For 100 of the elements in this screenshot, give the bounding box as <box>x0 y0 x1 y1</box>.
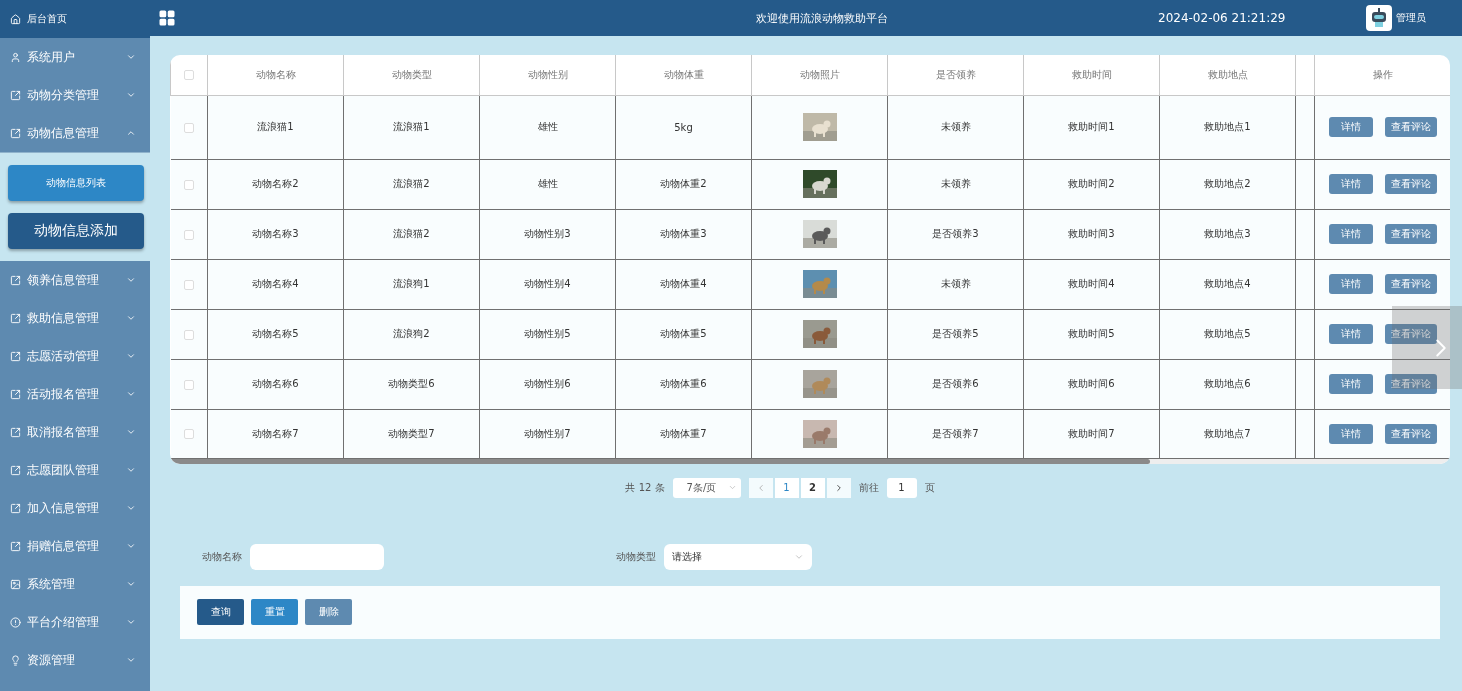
reset-button[interactable]: 重置 <box>251 599 298 625</box>
next-arrow-button[interactable] <box>1392 306 1462 389</box>
comments-button[interactable]: 查看评论 <box>1384 423 1437 444</box>
name-input-field[interactable] <box>250 543 384 570</box>
comments-button[interactable]: 查看评论 <box>1384 174 1437 194</box>
column-header: 救助时间 <box>1023 55 1160 95</box>
row-checkbox[interactable] <box>183 379 194 390</box>
chevron-down-icon <box>126 351 136 361</box>
table-cell: 动物体重7 <box>615 409 752 458</box>
select-all-checkbox[interactable] <box>184 70 194 81</box>
user-name: 管理员 <box>1396 11 1426 25</box>
delete-button[interactable]: 删除 <box>305 599 352 625</box>
table-cell: 未领养 <box>887 95 1024 159</box>
table-cell: 救助时间6 <box>1023 359 1160 409</box>
chevron-down-icon <box>126 465 136 475</box>
details-button[interactable]: 详情 <box>1328 423 1373 444</box>
table-cell: 流浪狗1 <box>343 259 480 309</box>
grid-icon[interactable] <box>158 9 176 27</box>
table-cell: 救助时间7 <box>1023 409 1160 458</box>
table-cell: 动物名称5 <box>207 309 344 359</box>
details-button[interactable]: 详情 <box>1328 324 1373 344</box>
prev-page-button[interactable] <box>748 477 773 498</box>
table-cell: 动物体重2 <box>615 159 752 209</box>
scrollbar-track[interactable] <box>170 458 1450 464</box>
menu-item[interactable]: 系统管理 <box>0 565 150 603</box>
table-cell: 动物类型7 <box>343 409 480 458</box>
comments-button[interactable]: 查看评论 <box>1384 224 1437 244</box>
type-select[interactable]: 请选择 <box>664 543 812 570</box>
table-cell: 动物名称4 <box>207 259 344 309</box>
comments-button[interactable]: 查看评论 <box>1384 117 1437 137</box>
chevron-down-icon <box>126 579 136 589</box>
total-count: 共 12 条 <box>625 480 665 495</box>
table-cell: 动物性别5 <box>479 309 616 359</box>
search-button[interactable]: 查询 <box>197 599 244 625</box>
chevron-down-icon <box>126 655 136 665</box>
table-cell: 动物名称3 <box>207 209 344 259</box>
menu-item[interactable]: 资源管理 <box>0 641 150 679</box>
menu-item[interactable]: 动物分类管理 <box>0 76 150 114</box>
table-cell: 流浪猫1 <box>207 95 344 159</box>
table-cell: 救助时间3 <box>1023 209 1160 259</box>
column-header: 是否领养 <box>887 55 1024 95</box>
table-cell: 流浪猫1 <box>343 95 480 159</box>
page-size-select[interactable]: 7条/页 <box>672 477 741 498</box>
menu-item[interactable]: 动物信息管理 <box>0 114 150 152</box>
avatar[interactable] <box>1366 5 1392 31</box>
table-cell: 流浪狗2 <box>343 309 480 359</box>
details-button[interactable]: 详情 <box>1328 174 1373 194</box>
goto-page-field[interactable]: 1 <box>886 477 917 498</box>
row-checkbox[interactable] <box>183 429 194 439</box>
details-button[interactable]: 详情 <box>1328 374 1373 394</box>
goto-suffix: 页 <box>924 480 935 495</box>
menu-item[interactable]: 志愿团队管理 <box>0 451 150 489</box>
page-button[interactable]: 2 <box>800 477 825 498</box>
field-label: 动物名称 <box>202 549 242 564</box>
table-cell: 动物性别3 <box>479 209 616 259</box>
table-cell: 动物体重5 <box>615 309 752 359</box>
row-checkbox[interactable] <box>183 229 194 240</box>
menu-item[interactable]: 捐赠信息管理 <box>0 527 150 565</box>
comments-button[interactable]: 查看评论 <box>1384 374 1437 394</box>
column-header: 动物类型 <box>343 55 480 95</box>
details-button[interactable]: 详情 <box>1328 224 1373 244</box>
table-cell: 5kg <box>615 95 752 159</box>
datetime: 2024-02-06 21:21:29 <box>1158 11 1287 25</box>
comments-button[interactable]: 查看评论 <box>1384 324 1437 344</box>
chevron-down-icon <box>126 275 136 285</box>
row-checkbox[interactable] <box>183 122 194 133</box>
column-header: 动物性别 <box>479 55 616 95</box>
table-cell: 未领养 <box>887 259 1024 309</box>
details-button[interactable]: 详情 <box>1328 117 1373 137</box>
menu-item[interactable]: 救助信息管理 <box>0 299 150 337</box>
table-cell: 雄性 <box>479 95 616 159</box>
menu-item[interactable]: 活动报名管理 <box>0 375 150 413</box>
chevron-down-icon <box>126 389 136 399</box>
next-page-button[interactable] <box>826 477 851 498</box>
menu-item[interactable]: 志愿活动管理 <box>0 337 150 375</box>
home-icon <box>10 13 21 25</box>
table-cell: 救助地点1 <box>1159 95 1296 159</box>
menu-item[interactable]: 取消报名管理 <box>0 413 150 451</box>
row-checkbox[interactable] <box>183 279 194 290</box>
page-button[interactable]: 1 <box>774 477 799 498</box>
row-checkbox[interactable] <box>183 179 194 190</box>
scrollbar-thumb[interactable] <box>170 458 1150 464</box>
table-cell: 救助地点2 <box>1159 159 1296 209</box>
menu-item[interactable]: 平台介绍管理 <box>0 603 150 641</box>
comments-button[interactable]: 查看评论 <box>1384 274 1437 294</box>
menu-item[interactable]: 系统用户 <box>0 38 150 76</box>
table-cell: 救助地点4 <box>1159 259 1296 309</box>
image-icon <box>10 578 21 590</box>
row-checkbox[interactable] <box>183 329 194 340</box>
table-cell: 未领养 <box>887 159 1024 209</box>
table-cell: 动物类型6 <box>343 359 480 409</box>
home-menu-item[interactable]: 后台首页 <box>0 0 150 38</box>
menu-item[interactable]: 加入信息管理 <box>0 489 150 527</box>
menu-item[interactable]: 领养信息管理 <box>0 261 150 299</box>
submenu-item[interactable]: 动物信息添加 <box>8 213 144 249</box>
table-cell: 流浪猫2 <box>343 159 480 209</box>
table-cell: 动物名称2 <box>207 159 344 209</box>
submenu-item[interactable]: 动物信息列表 <box>8 165 144 201</box>
details-button[interactable]: 详情 <box>1328 274 1373 294</box>
table-cell: 是否领养5 <box>887 309 1024 359</box>
